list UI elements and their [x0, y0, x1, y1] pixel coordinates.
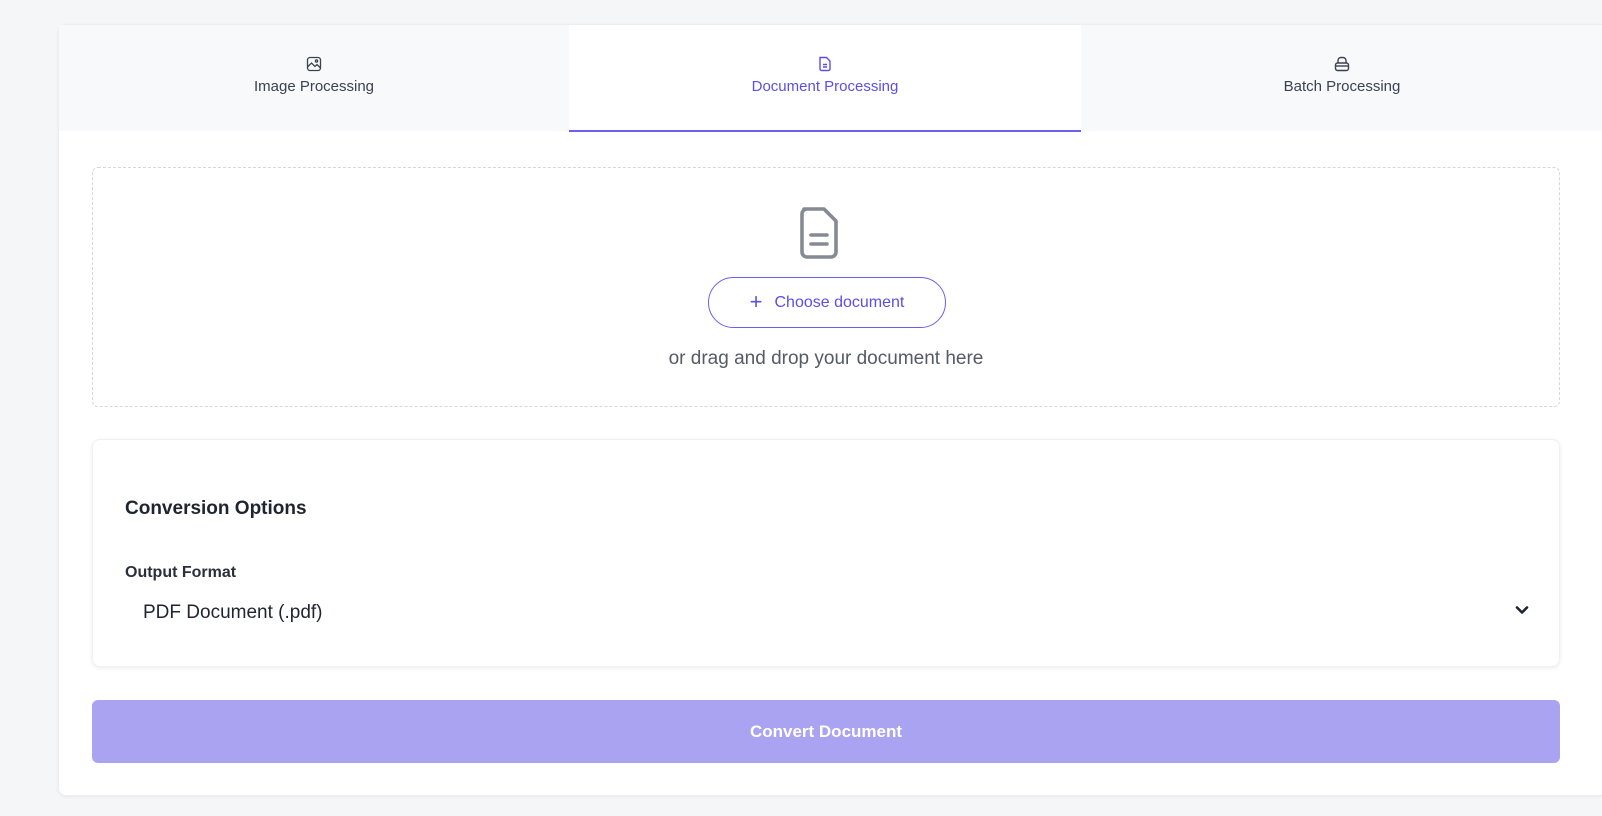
conversion-options-title: Conversion Options: [125, 498, 307, 519]
tab-bar: Image Processing Document Processing Bat…: [59, 25, 1602, 132]
document-icon: [800, 207, 838, 259]
processing-card: Image Processing Document Processing Bat…: [58, 24, 1602, 796]
choose-document-label: Choose document: [774, 293, 905, 311]
output-format-value: PDF Document (.pdf): [143, 602, 323, 623]
tab-label: Image Processing: [253, 77, 375, 95]
plus-icon: +: [749, 288, 763, 314]
tab-batch-processing[interactable]: Batch Processing: [1081, 25, 1602, 131]
convert-document-button[interactable]: Convert Document: [92, 700, 1560, 763]
output-format-select[interactable]: PDF Document (.pdf): [125, 588, 1535, 638]
output-format-label: Output Format: [125, 564, 237, 581]
chevron-down-icon: [1515, 606, 1529, 614]
tab-image-processing[interactable]: Image Processing: [59, 25, 569, 131]
document-dropzone[interactable]: + Choose document or drag and drop your …: [92, 167, 1560, 407]
tab-document-processing[interactable]: Document Processing: [569, 25, 1081, 132]
choose-document-button[interactable]: + Choose document: [708, 277, 946, 328]
document-icon: [819, 56, 831, 71]
layers-icon: [1334, 56, 1350, 71]
convert-document-label: Convert Document: [749, 721, 903, 741]
image-icon: [306, 56, 322, 71]
dropzone-hint: or drag and drop your document here: [668, 348, 984, 369]
tab-label: Batch Processing: [1283, 77, 1401, 95]
conversion-options-panel: Conversion Options Output Format PDF Doc…: [92, 439, 1560, 667]
tab-label: Document Processing: [751, 77, 899, 95]
